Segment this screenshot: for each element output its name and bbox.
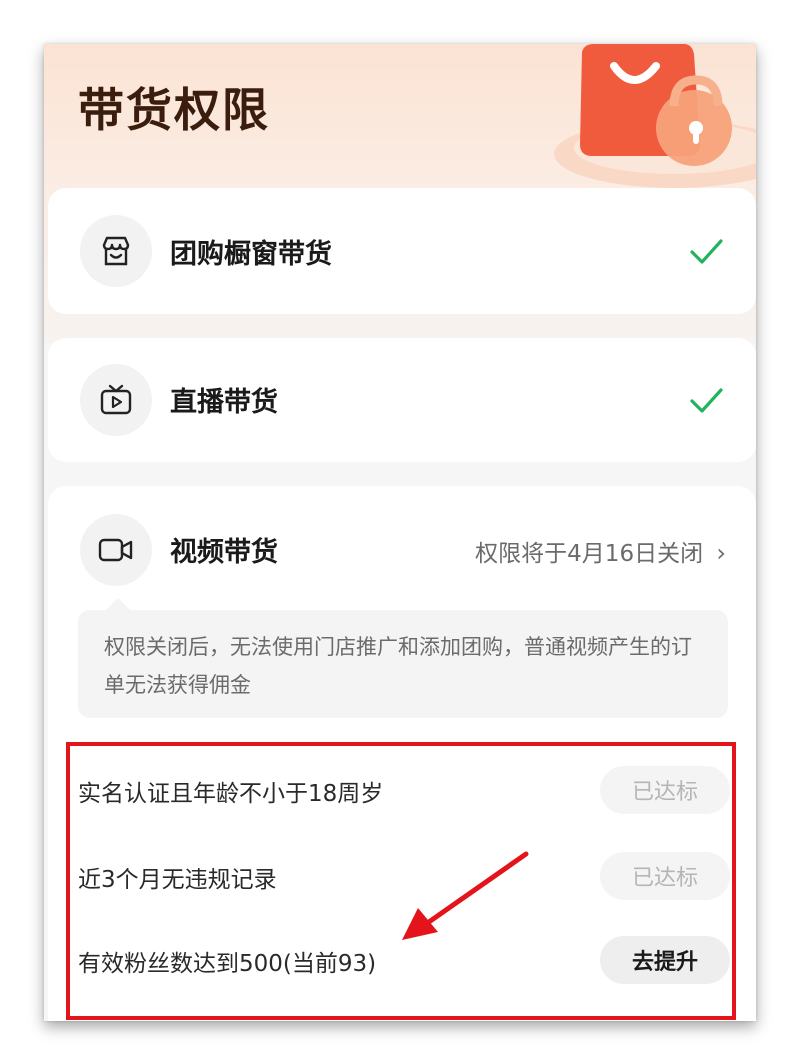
video-camera-icon xyxy=(80,514,152,586)
permission-label: 视频带货 xyxy=(170,537,278,568)
close-date-status[interactable]: 权限将于4月16日关闭 › xyxy=(475,534,726,568)
check-icon xyxy=(690,388,723,413)
check-icon xyxy=(690,239,723,264)
permission-card-groupbuy[interactable]: 团购橱窗带货 xyxy=(48,188,756,314)
status-text: 权限将于4月16日关闭 xyxy=(475,541,704,567)
chevron-right-icon: › xyxy=(716,539,726,567)
permission-label: 团购橱窗带货 xyxy=(170,239,332,270)
note-tail xyxy=(106,598,130,610)
permission-note: 权限关闭后，无法使用门店推广和添加团购，普通视频产生的订单无法获得佣金 xyxy=(78,610,728,718)
permission-card-livestream[interactable]: 直播带货 xyxy=(48,338,756,462)
shopping-bag-lock-illustration xyxy=(554,44,756,188)
permission-label: 直播带货 xyxy=(170,387,278,418)
storefront-icon xyxy=(80,215,152,287)
tv-play-icon xyxy=(80,364,152,436)
page-title: 带货权限 xyxy=(78,83,270,137)
annotation-arrow-icon xyxy=(402,851,529,940)
video-permission-row[interactable]: 视频带货 权限将于4月16日关闭 › xyxy=(48,486,756,612)
